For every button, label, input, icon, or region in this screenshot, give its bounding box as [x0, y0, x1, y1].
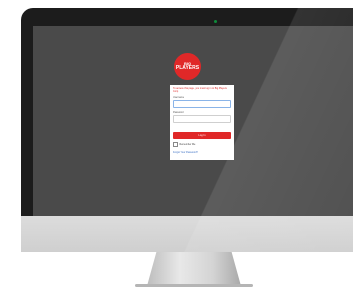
monitor-chin [21, 216, 353, 252]
password-input[interactable] [173, 115, 231, 124]
username-input[interactable] [173, 100, 231, 109]
login-notice: To access this page, you must log in to … [173, 87, 227, 94]
remember-me[interactable]: Remember Me [173, 142, 231, 147]
password-label: Password [173, 111, 184, 115]
remember-label: Remember Me [179, 143, 196, 147]
login-button[interactable]: Log In [173, 132, 231, 140]
logo-line-2: PLAYERS [175, 65, 200, 71]
remember-checkbox[interactable] [173, 142, 178, 147]
forgot-password-link[interactable]: Forgot Your Password? [173, 151, 231, 154]
brand-logo: BIG PLAYERS [174, 53, 201, 80]
username-label: Username [173, 96, 185, 100]
monitor-stand [147, 252, 241, 286]
camera-dot [214, 20, 217, 23]
monitor-stand-base [135, 284, 253, 287]
login-form: To access this page, you must log in to … [170, 85, 234, 160]
